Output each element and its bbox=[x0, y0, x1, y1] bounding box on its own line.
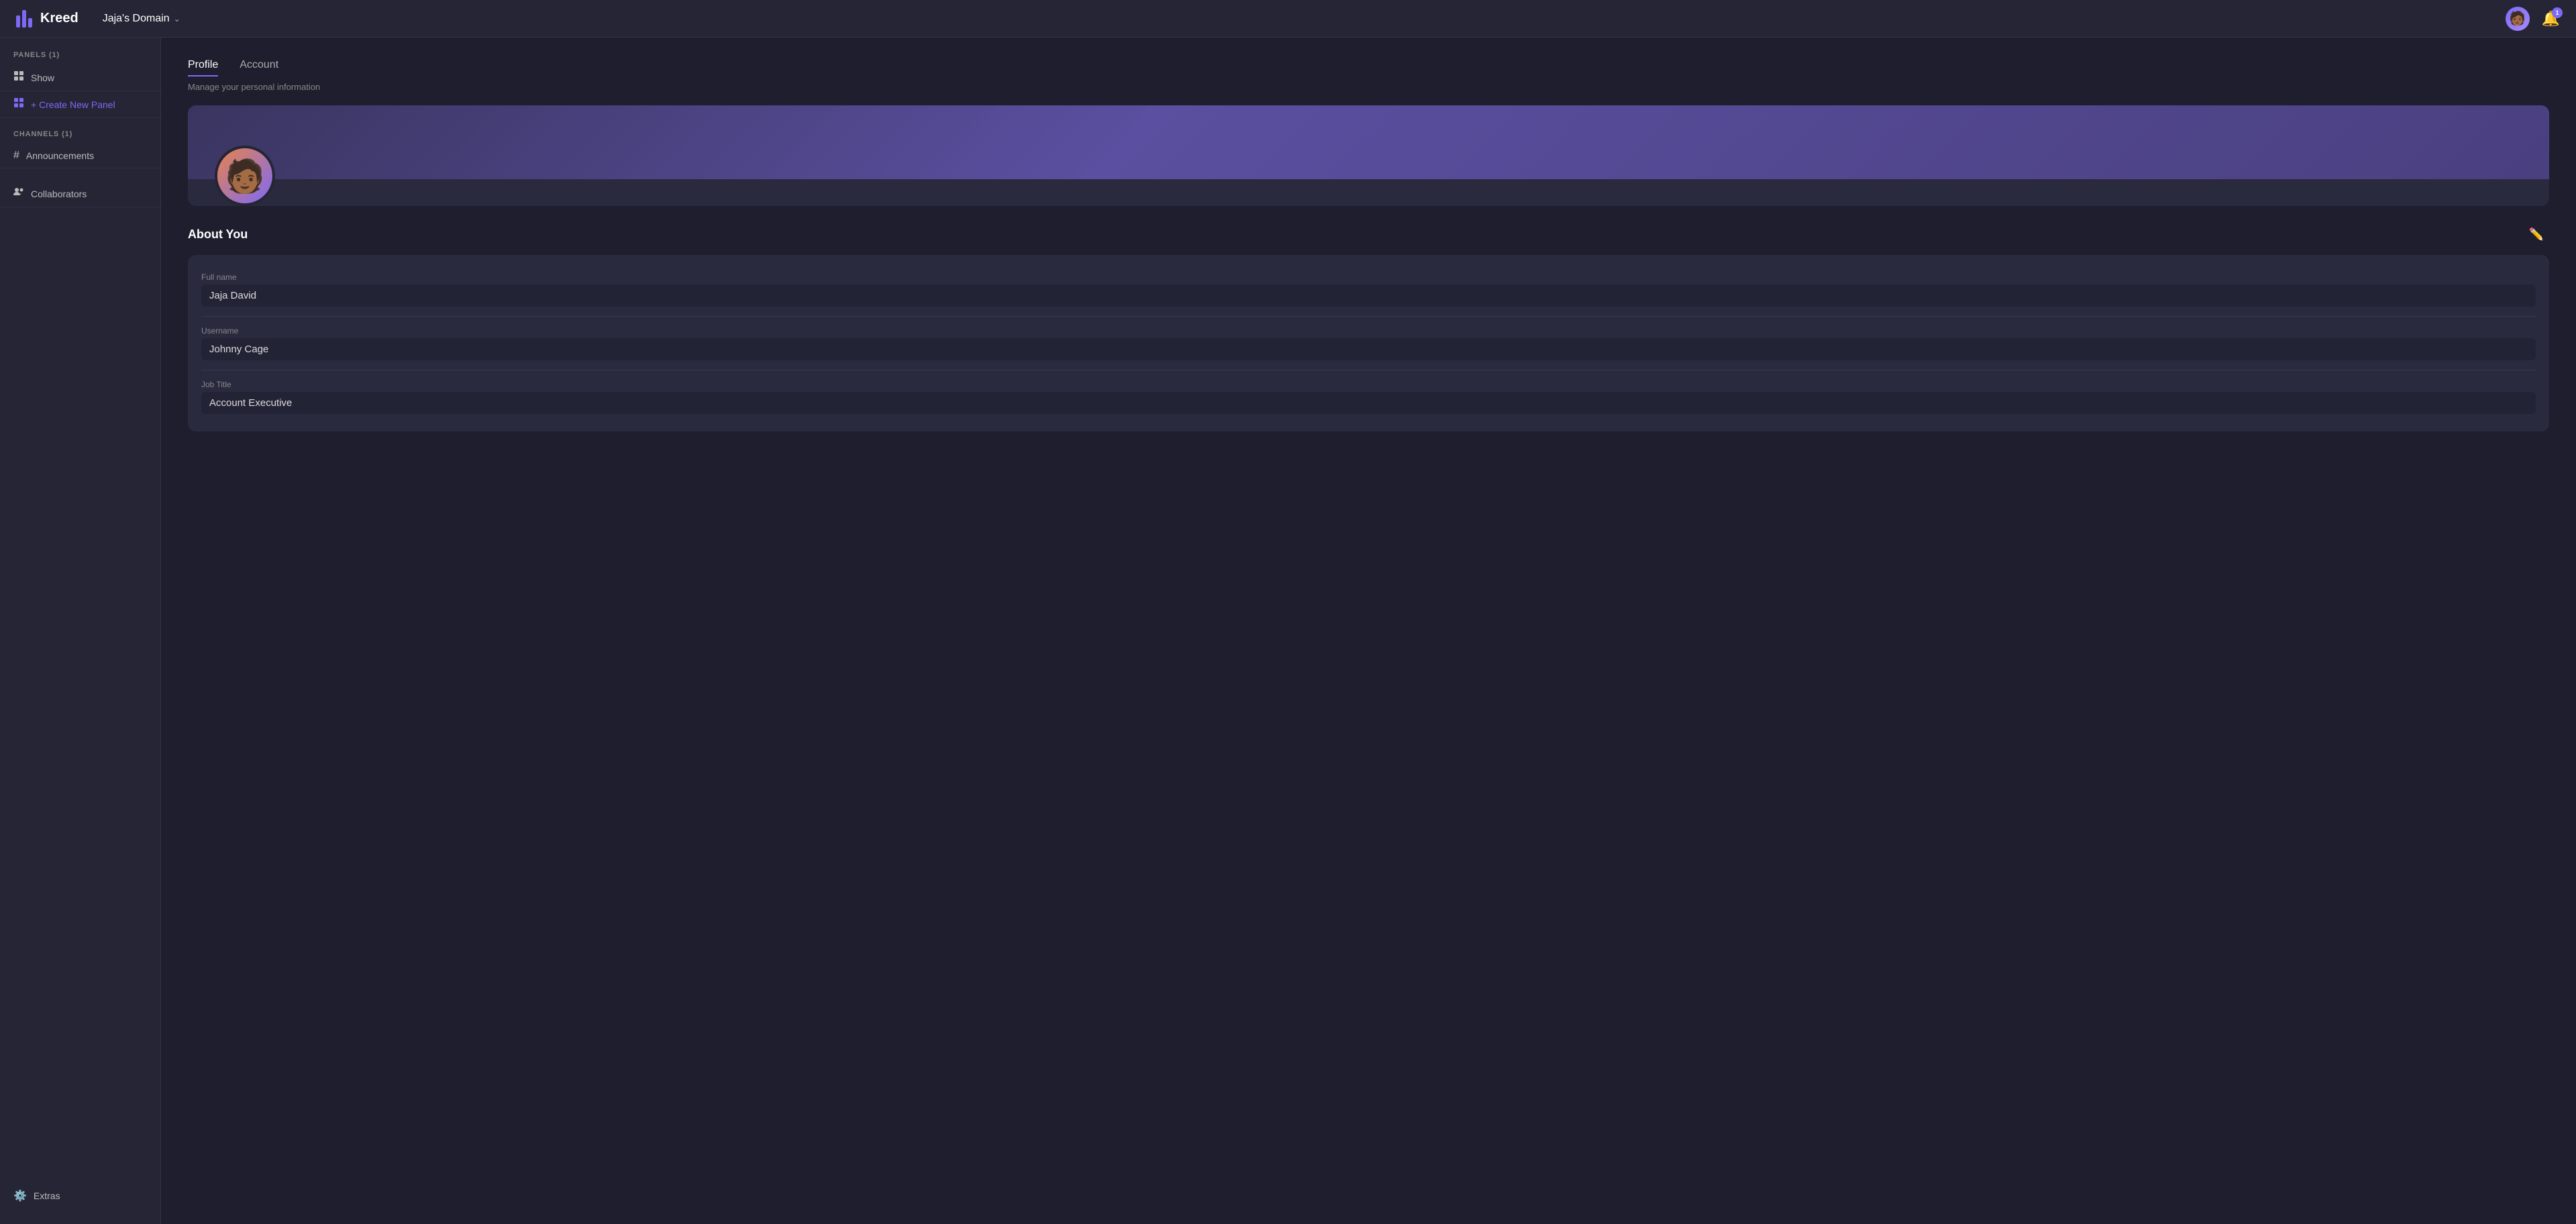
create-panel-label: + Create New Panel bbox=[31, 99, 115, 110]
collaborators-label: Collaborators bbox=[31, 189, 87, 199]
info-card: Full name Jaja David Username Johnny Cag… bbox=[188, 255, 2549, 431]
sidebar-item-collaborators[interactable]: Collaborators bbox=[0, 181, 160, 207]
collaborators-icon bbox=[13, 187, 24, 201]
user-avatar[interactable]: 🧑🏾 bbox=[2506, 7, 2530, 31]
tab-profile[interactable]: Profile bbox=[188, 59, 218, 76]
full-name-value: Jaja David bbox=[201, 285, 2536, 307]
sidebar-item-announcements[interactable]: # Announcements bbox=[0, 144, 160, 168]
main-layout: PANELS (1) Show + Create New Panel CHANN… bbox=[0, 38, 2576, 1224]
username-label: Username bbox=[201, 326, 2536, 336]
about-section: About You ✏️ Full name Jaja David Userna… bbox=[188, 225, 2549, 431]
banner-bottom bbox=[188, 179, 2549, 206]
app-logo-text: Kreed bbox=[40, 11, 78, 26]
tab-account[interactable]: Account bbox=[239, 59, 278, 76]
show-icon bbox=[13, 70, 24, 85]
topbar-right: 🧑🏾 🔔 1 bbox=[2506, 7, 2560, 31]
job-title-field: Job Title Account Executive bbox=[201, 370, 2536, 423]
topbar: Kreed Jaja's Domain ⌄ 🧑🏾 🔔 1 bbox=[0, 0, 2576, 38]
job-title-label: Job Title bbox=[201, 380, 2536, 389]
notification-badge: 1 bbox=[2552, 7, 2563, 18]
gear-icon: ⚙️ bbox=[13, 1189, 27, 1203]
sidebar: PANELS (1) Show + Create New Panel CHANN… bbox=[0, 38, 161, 1224]
about-title: About You bbox=[188, 227, 248, 242]
channels-section-label: CHANNELS (1) bbox=[0, 130, 160, 138]
create-panel-icon bbox=[13, 97, 24, 111]
logo-bar-1 bbox=[16, 15, 20, 28]
username-field: Username Johnny Cage bbox=[201, 317, 2536, 370]
domain-selector[interactable]: Jaja's Domain ⌄ bbox=[103, 13, 180, 25]
full-name-label: Full name bbox=[201, 272, 2536, 282]
sidebar-bottom: ⚙️ Extras bbox=[0, 1181, 160, 1211]
sidebar-item-extras[interactable]: ⚙️ Extras bbox=[0, 1181, 160, 1211]
logo-bar-2 bbox=[22, 10, 26, 28]
username-value: Johnny Cage bbox=[201, 338, 2536, 360]
content-area: Profile Account Manage your personal inf… bbox=[161, 38, 2576, 1224]
avatar-emoji: 🧑🏾 bbox=[2509, 12, 2526, 26]
tab-subtitle: Manage your personal information bbox=[188, 82, 2549, 92]
banner-background bbox=[188, 105, 2549, 179]
job-title-value: Account Executive bbox=[201, 392, 2536, 414]
about-header: About You ✏️ bbox=[188, 225, 2549, 244]
topbar-left: Kreed Jaja's Domain ⌄ bbox=[16, 10, 180, 28]
profile-avatar-large[interactable]: 🧑🏾 bbox=[215, 146, 275, 206]
profile-tabs: Profile Account bbox=[188, 59, 2549, 76]
edit-button[interactable]: ✏️ bbox=[2524, 225, 2549, 244]
chevron-down-icon: ⌄ bbox=[174, 14, 180, 23]
sidebar-item-create-panel[interactable]: + Create New Panel bbox=[0, 91, 160, 118]
sidebar-item-show[interactable]: Show bbox=[0, 64, 160, 91]
panels-section-label: PANELS (1) bbox=[0, 51, 160, 59]
domain-label: Jaja's Domain bbox=[103, 13, 170, 25]
logo-icon bbox=[16, 10, 32, 28]
hash-icon: # bbox=[13, 150, 19, 162]
sidebar-show-label: Show bbox=[31, 72, 54, 83]
announcements-label: Announcements bbox=[26, 150, 94, 161]
logo-bar-3 bbox=[28, 18, 32, 28]
notification-button[interactable]: 🔔 1 bbox=[2542, 10, 2560, 28]
profile-banner: 🧑🏾 bbox=[188, 105, 2549, 206]
profile-avatar-emoji: 🧑🏾 bbox=[225, 157, 265, 195]
full-name-field: Full name Jaja David bbox=[201, 263, 2536, 317]
extras-label: Extras bbox=[34, 1190, 60, 1201]
